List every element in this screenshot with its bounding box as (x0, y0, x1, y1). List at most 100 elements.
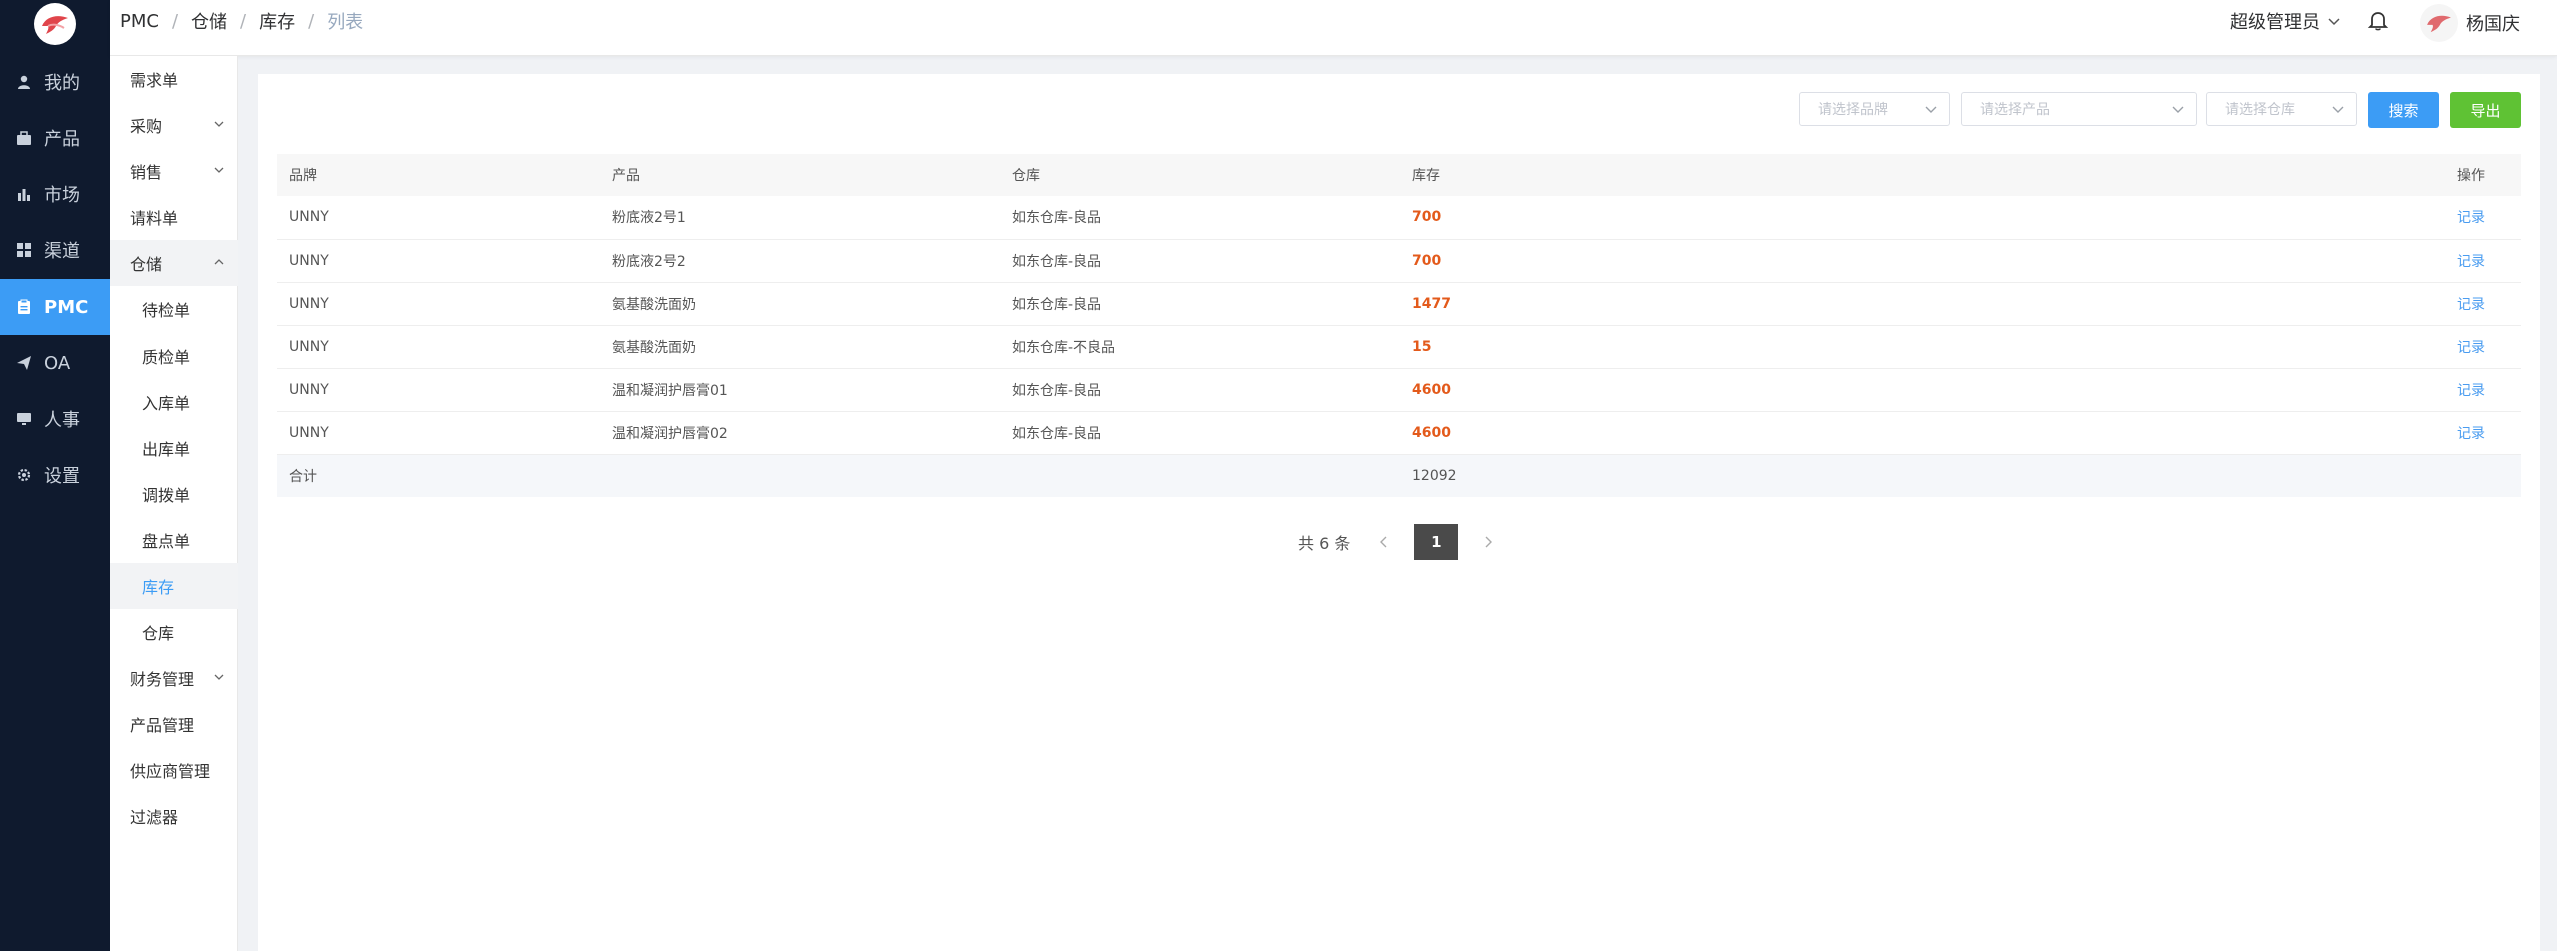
chevron-down-icon (2328, 18, 2340, 26)
record-link[interactable]: 记录 (2445, 282, 2521, 326)
rail-item-label: 我的 (44, 73, 80, 94)
cell-product: 氨基酸洗面奶 (600, 282, 1000, 326)
bird-logo-icon (42, 16, 68, 34)
table-total-row: 合计 12092 (277, 454, 2521, 497)
total-empty-cell (600, 454, 1000, 497)
cell-stock: 1477 (1400, 282, 2445, 326)
rail-item-label: 产品 (44, 129, 80, 150)
subnav-item-product-management[interactable]: 产品管理 (110, 701, 238, 747)
subnav-item-supplier-management[interactable]: 供应商管理 (110, 747, 238, 793)
cell-stock: 700 (1400, 196, 2445, 240)
rail-item-label: 人事 (44, 410, 80, 431)
role-dropdown[interactable]: 超级管理员 (2230, 8, 2340, 34)
rail-item-channel[interactable]: 渠道 (0, 222, 110, 278)
subnav-item-warehouse[interactable]: 仓库 (110, 609, 238, 655)
rail-item-label: OA (44, 352, 71, 374)
pagination-total: 共 6 条 (1298, 534, 1351, 553)
subnav-label: 需求单 (130, 71, 179, 90)
export-button[interactable]: 导出 (2450, 92, 2521, 128)
subnav-label: 过滤器 (130, 808, 179, 827)
page-number-button[interactable]: 1 (1414, 524, 1459, 560)
subnav-item-transfer[interactable]: 调拨单 (110, 471, 238, 517)
inventory-table: 品牌 产品 仓库 库存 操作 UNNY 粉底液2号1 如东仓库-良品 700 记… (277, 154, 2521, 497)
subnav-item-inbound[interactable]: 入库单 (110, 379, 238, 425)
main-rail: 我的 产品 市场 渠道 PMC OA 人事 设置 (0, 0, 110, 951)
breadcrumb-item[interactable]: PMC (120, 11, 159, 32)
search-button[interactable]: 搜索 (2368, 92, 2439, 128)
chevron-left-icon (1380, 536, 1387, 548)
product-select[interactable]: 请选择产品 (1961, 92, 2197, 126)
subnav-item-inventory[interactable]: 库存 (110, 563, 238, 609)
rail-item-label: 市场 (44, 185, 80, 206)
subnav-label: 待检单 (142, 301, 191, 320)
table-row: UNNY 氨基酸洗面奶 如东仓库-不良品 15 记录 (277, 325, 2521, 369)
total-empty-cell (1000, 454, 1400, 497)
breadcrumb-separator: / (240, 10, 247, 32)
subnav-item-requisition[interactable]: 请料单 (110, 194, 238, 240)
bird-avatar-icon (2427, 15, 2451, 33)
user-icon (18, 75, 30, 89)
record-link[interactable]: 记录 (2445, 368, 2521, 412)
subnav-item-sales[interactable]: 销售 (110, 148, 238, 194)
subnav-label: 请料单 (130, 209, 179, 228)
cell-brand: UNNY (277, 196, 600, 240)
warehouse-select[interactable]: 请选择仓库 (2206, 92, 2357, 126)
bell-icon[interactable] (2367, 9, 2389, 31)
cell-product: 粉底液2号2 (600, 239, 1000, 283)
rail-item-settings[interactable]: 设置 (0, 447, 110, 503)
logo-disc (34, 3, 76, 45)
subnav-item-quality-check[interactable]: 质检单 (110, 333, 238, 379)
subnav-item-stocktake[interactable]: 盘点单 (110, 517, 238, 563)
record-link[interactable]: 记录 (2445, 196, 2521, 240)
content-card: 请选择品牌 请选择产品 请选择仓库 搜索 导出 品牌 产品 仓库 库存 操作 U… (258, 74, 2540, 951)
cell-stock: 15 (1400, 325, 2445, 369)
column-header-brand: 品牌 (277, 154, 600, 196)
subnav-item-finance[interactable]: 财务管理 (110, 655, 238, 701)
rail-item-pmc[interactable]: PMC (0, 279, 110, 335)
subnav-item-outbound[interactable]: 出库单 (110, 425, 238, 471)
product-select-placeholder: 请选择产品 (1980, 102, 2050, 118)
table-row: UNNY 粉底液2号2 如东仓库-良品 700 记录 (277, 239, 2521, 283)
cell-warehouse: 如东仓库-良品 (1000, 368, 1400, 412)
cell-warehouse: 如东仓库-良品 (1000, 282, 1400, 326)
subnav-item-storage[interactable]: 仓储 (110, 240, 238, 286)
rail-item-oa[interactable]: OA (0, 335, 110, 391)
cell-warehouse: 如东仓库-不良品 (1000, 325, 1400, 369)
monitor-icon (17, 413, 31, 425)
username[interactable]: 杨国庆 (2466, 10, 2520, 36)
subnav-item-demand[interactable]: 需求单 (110, 56, 238, 102)
next-page-button[interactable] (1478, 532, 1498, 552)
chevron-down-icon (214, 121, 224, 127)
rail-item-hr[interactable]: 人事 (0, 391, 110, 447)
cell-product: 粉底液2号1 (600, 196, 1000, 240)
app-logo[interactable] (0, 0, 110, 48)
rail-item-market[interactable]: 市场 (0, 166, 110, 222)
subnav-label: 入库单 (142, 394, 191, 413)
brand-select[interactable]: 请选择品牌 (1799, 92, 1950, 126)
cell-product: 温和凝润护唇膏01 (600, 368, 1000, 412)
breadcrumb-item[interactable]: 库存 (259, 8, 295, 34)
bar-chart-icon (18, 189, 30, 201)
subnav-item-purchase[interactable]: 采购 (110, 102, 238, 148)
subnav-label: 产品管理 (130, 716, 195, 735)
avatar[interactable] (2420, 4, 2458, 42)
cell-brand: UNNY (277, 325, 600, 369)
total-empty-cell (2445, 454, 2521, 497)
cell-product: 氨基酸洗面奶 (600, 325, 1000, 369)
record-link[interactable]: 记录 (2445, 239, 2521, 283)
record-link[interactable]: 记录 (2445, 325, 2521, 369)
breadcrumb-separator: / (171, 10, 179, 32)
cell-brand: UNNY (277, 239, 600, 283)
prev-page-button[interactable] (1374, 532, 1394, 552)
breadcrumb: PMC / 仓储 / 库存 / 列表 (120, 8, 363, 34)
record-link[interactable]: 记录 (2445, 411, 2521, 455)
cell-stock: 4600 (1400, 368, 2445, 412)
breadcrumb-item[interactable]: 仓储 (191, 8, 227, 34)
chevron-up-icon (214, 259, 224, 265)
subnav-item-filter[interactable]: 过滤器 (110, 793, 238, 839)
rail-item-mine[interactable]: 我的 (0, 54, 110, 110)
rail-item-product[interactable]: 产品 (0, 110, 110, 166)
cell-stock: 700 (1400, 239, 2445, 283)
subnav-label: 仓库 (142, 624, 175, 643)
subnav-item-pending-inspection[interactable]: 待检单 (110, 286, 238, 332)
